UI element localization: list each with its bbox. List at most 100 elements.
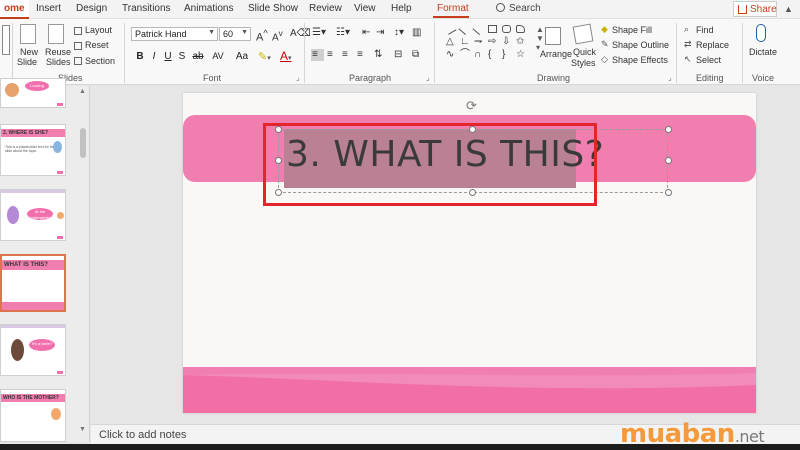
bullets-icon[interactable]: ☰▾	[312, 27, 326, 38]
brace-left-shape-icon[interactable]: {	[488, 50, 497, 60]
align-left-icon[interactable]: ≡	[312, 49, 318, 60]
new-slide-label[interactable]: New	[20, 47, 38, 57]
align-text-icon[interactable]: ⊟	[394, 49, 402, 60]
wave-shape-icon[interactable]: ∿	[446, 50, 455, 60]
drawing-dialog-launcher-icon[interactable]: ⌟	[668, 73, 672, 82]
slide-thumbnail[interactable]: WHO IS THE MOTHER?	[0, 389, 66, 442]
slide-thumbnail-pane[interactable]: Looking 2. WHERE IS SHE? This is a place…	[0, 78, 90, 442]
reset-button[interactable]: Reset	[85, 40, 109, 50]
font-dialog-launcher-icon[interactable]: ⌟	[296, 73, 300, 82]
thumbnail-scrollbar[interactable]: ▲ ▼	[78, 88, 88, 438]
line-spacing-icon[interactable]: ↕▾	[394, 27, 404, 38]
resize-handle[interactable]	[665, 189, 672, 196]
shape-fill-button[interactable]: Shape Fill	[612, 25, 652, 35]
change-case-button[interactable]: Aa	[234, 51, 250, 62]
quick-styles-button-2[interactable]: Styles	[571, 58, 596, 68]
resize-handle[interactable]	[665, 157, 672, 164]
paragraph-dialog-launcher-icon[interactable]: ⌟	[426, 73, 430, 82]
underline-button[interactable]: U	[162, 51, 174, 62]
scroll-up-icon[interactable]: ▲	[79, 88, 86, 95]
replace-button[interactable]: Replace	[696, 40, 729, 50]
smartart-icon[interactable]: ⧉	[412, 49, 419, 60]
justify-icon[interactable]: ≡	[357, 49, 363, 60]
align-right-icon[interactable]: ≡	[342, 49, 348, 60]
tab-help[interactable]: Help	[391, 3, 412, 14]
collapse-ribbon-icon[interactable]: ▲	[784, 4, 793, 14]
tab-transitions[interactable]: Transitions	[122, 3, 171, 14]
arrow-line-shape-icon[interactable]	[458, 23, 471, 35]
share-button[interactable]: Share	[733, 1, 777, 17]
layout-button[interactable]: Layout	[85, 25, 112, 35]
tab-slide-show[interactable]: Slide Show	[248, 3, 298, 14]
find-button[interactable]: Find	[696, 25, 714, 35]
arc-shape-icon[interactable]: ⌒	[460, 50, 470, 60]
line-shape-icon[interactable]	[444, 23, 457, 35]
highlight-color-icon[interactable]: ✎▾	[258, 50, 271, 63]
reuse-slides-label-2[interactable]: Slides	[46, 57, 71, 67]
paste-icon[interactable]	[2, 25, 10, 55]
lshape-icon[interactable]: ∟	[460, 37, 470, 47]
italic-button[interactable]: I	[148, 51, 160, 62]
new-slide-icon[interactable]	[20, 24, 36, 44]
tab-insert[interactable]: Insert	[36, 3, 61, 14]
font-size-select[interactable]: 60 ▼	[219, 27, 251, 41]
section-button[interactable]: Section	[85, 56, 115, 66]
slide-thumbnail[interactable]: 2. WHERE IS SHE? This is a placeholder t…	[0, 124, 66, 176]
rounded-rect-shape-icon[interactable]	[502, 25, 511, 33]
quick-styles-icon[interactable]	[572, 23, 594, 45]
text-direction-icon[interactable]: ⇅	[374, 49, 382, 60]
font-color-icon[interactable]: A▾	[280, 49, 292, 63]
bold-button[interactable]: B	[134, 51, 146, 62]
arrange-icon[interactable]	[545, 27, 561, 45]
increase-indent-icon[interactable]: ⇥	[376, 27, 384, 38]
tab-format[interactable]: Format	[437, 3, 469, 14]
strikethrough-button[interactable]: S	[176, 51, 188, 62]
numbering-icon[interactable]: ☷▾	[336, 27, 350, 38]
right-arrow-shape-icon[interactable]: ⇨	[488, 37, 497, 47]
shape-effects-button[interactable]: Shape Effects	[612, 55, 668, 65]
triangle-shape-icon[interactable]: △	[446, 37, 455, 47]
tab-home[interactable]: ome	[0, 0, 29, 19]
curve-shape-icon[interactable]: ∩	[474, 50, 483, 60]
shapes-gallery[interactable]: △ ∟ ⇁ ⇨ ⇩ ✩ ∿ ⌒ ∩ { } ☆	[444, 23, 534, 69]
search-box[interactable]: Search	[496, 3, 541, 14]
slide-thumbnail[interactable]: At the kindergarten	[0, 189, 66, 241]
slide-thumbnail-selected[interactable]: WHAT IS THIS?	[0, 254, 66, 312]
connector-shape-icon[interactable]	[472, 23, 485, 35]
star5-shape-icon[interactable]: ☆	[516, 50, 525, 60]
star-shape-icon[interactable]: ✩	[516, 37, 525, 47]
tab-view[interactable]: View	[354, 3, 376, 14]
clear-formatting-icon[interactable]: A⌫	[290, 28, 311, 39]
snip-rect-shape-icon[interactable]	[516, 25, 525, 33]
dictate-button[interactable]: Dictate	[749, 47, 777, 57]
decrease-font-icon[interactable]: Av	[272, 28, 283, 43]
scroll-down-icon[interactable]: ▼	[79, 426, 86, 433]
slide-thumbnail[interactable]: It's a table?	[0, 324, 66, 376]
resize-handle[interactable]	[665, 126, 672, 133]
arrange-button[interactable]: Arrange	[540, 49, 572, 59]
new-slide-label-2[interactable]: Slide	[17, 57, 37, 67]
reuse-slides-label[interactable]: Reuse	[45, 47, 71, 57]
select-button[interactable]: Select	[696, 55, 721, 65]
columns-icon[interactable]: ▥	[412, 27, 421, 38]
shape-outline-button[interactable]: Shape Outline	[612, 40, 669, 50]
align-center-icon[interactable]: ≡	[327, 49, 333, 60]
tab-animations[interactable]: Animations	[184, 3, 233, 14]
decrease-indent-icon[interactable]: ⇤	[362, 27, 370, 38]
tab-design[interactable]: Design	[76, 3, 107, 14]
rectangle-shape-icon[interactable]	[488, 25, 497, 33]
down-arrow-shape-icon[interactable]: ⇩	[502, 37, 511, 47]
font-name-select[interactable]: Patrick Hand ▼	[131, 27, 218, 41]
notes-placeholder[interactable]: Click to add notes	[99, 429, 186, 441]
rotate-handle-icon[interactable]: ⟳	[466, 98, 477, 114]
shapes-more-icon[interactable]: ▲ ▼ ▾	[536, 25, 544, 52]
slide-thumbnail[interactable]: Looking	[0, 78, 66, 108]
quick-styles-button[interactable]: Quick	[573, 47, 596, 57]
shadow-button[interactable]: ab	[190, 51, 206, 62]
brace-right-shape-icon[interactable]: }	[502, 50, 511, 60]
char-spacing-button[interactable]: AV	[210, 51, 226, 61]
microphone-icon[interactable]	[756, 24, 766, 42]
increase-font-icon[interactable]: A^	[256, 28, 268, 44]
scrollbar-thumb[interactable]	[80, 128, 86, 158]
reuse-slides-icon[interactable]	[48, 24, 64, 44]
